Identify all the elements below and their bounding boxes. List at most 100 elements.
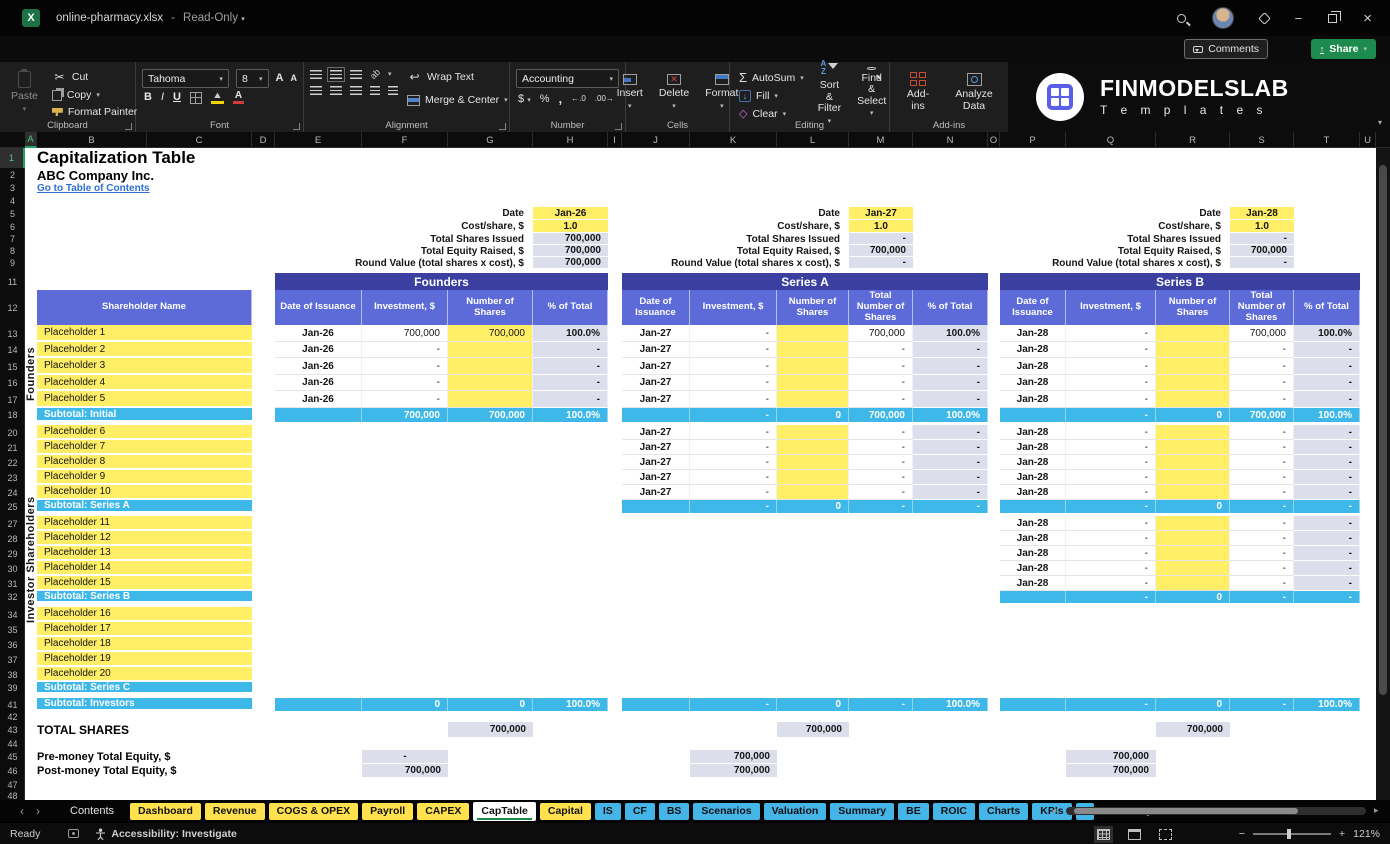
row-header-45[interactable]: 45 <box>0 750 25 764</box>
cell[interactable]: - <box>1230 485 1294 500</box>
delete-cells-button[interactable]: ✕ Delete▾ <box>654 67 694 118</box>
subtotal-cell[interactable]: - <box>1066 698 1156 711</box>
subtotal-cell[interactable]: - <box>1294 500 1360 513</box>
zoom-in-button[interactable]: + <box>1339 828 1345 840</box>
cell[interactable]: - <box>533 358 608 375</box>
cell[interactable] <box>1156 546 1230 561</box>
subtotal-cell[interactable] <box>622 698 690 711</box>
sheet-nav-left[interactable]: ‹ <box>14 804 30 818</box>
minimize-button[interactable]: − <box>1295 11 1303 26</box>
cell[interactable]: Jan-28 <box>1000 358 1066 375</box>
cell[interactable]: Jan-28 <box>1000 485 1066 500</box>
shareholder-name-cell[interactable]: Placeholder 13 <box>37 546 252 561</box>
sheet-tab-cogs-opex[interactable]: COGS & OPEX <box>269 803 359 820</box>
row-header-20[interactable]: 20 <box>0 425 25 440</box>
cell[interactable]: - <box>1066 325 1156 342</box>
cell[interactable] <box>777 375 849 391</box>
series-b-info-value[interactable]: Jan-28 <box>1230 207 1294 220</box>
row-header-15[interactable]: 15 <box>0 358 25 375</box>
cell[interactable]: - <box>913 455 988 470</box>
cell[interactable] <box>777 485 849 500</box>
subtotal-cell[interactable]: 100.0% <box>913 408 988 422</box>
cell[interactable] <box>1156 516 1230 531</box>
font-dialog-launcher[interactable] <box>293 123 300 130</box>
cell[interactable]: - <box>1294 391 1360 408</box>
search-icon[interactable] <box>1177 14 1186 23</box>
borders-icon[interactable] <box>190 92 202 104</box>
subtotal-cell[interactable]: 0 <box>1156 500 1230 513</box>
column-header-U[interactable]: U <box>1360 132 1376 148</box>
subtotal-cell[interactable] <box>275 698 362 711</box>
cell[interactable] <box>448 358 533 375</box>
post-money-label[interactable]: Post-money Total Equity, $ <box>37 764 277 778</box>
subtotal-cell[interactable]: 700,000 <box>1230 408 1294 422</box>
cell[interactable]: - <box>849 358 913 375</box>
cell[interactable]: - <box>1230 455 1294 470</box>
cell[interactable]: - <box>849 440 913 455</box>
cell[interactable]: Jan-26 <box>275 358 362 375</box>
shareholder-name-cell[interactable]: Placeholder 3 <box>37 358 252 375</box>
cell[interactable]: - <box>1230 342 1294 358</box>
cell[interactable]: - <box>690 358 777 375</box>
subtotal-cell[interactable]: 0 <box>362 698 448 711</box>
cell[interactable]: - <box>690 485 777 500</box>
founders-section-header[interactable]: Founders <box>275 273 608 290</box>
cell[interactable] <box>1156 531 1230 546</box>
cell[interactable]: - <box>1230 546 1294 561</box>
cell[interactable]: 700,000 <box>362 325 448 342</box>
row-header-12[interactable]: 12 <box>0 290 25 325</box>
row-header-41[interactable]: 41 <box>0 698 25 711</box>
post-money-value[interactable]: 700,000 <box>690 764 777 778</box>
row-header-9[interactable]: 9 <box>0 257 25 269</box>
read-only-badge[interactable]: Read-Only ▾ <box>183 12 245 24</box>
subtotal-cell[interactable]: 100.0% <box>533 698 608 711</box>
founders-info-value[interactable]: Jan-26 <box>533 207 608 220</box>
row-header-18[interactable]: 18 <box>0 408 25 422</box>
cell[interactable]: - <box>1230 440 1294 455</box>
shareholder-name-cell[interactable]: Placeholder 17 <box>37 622 252 637</box>
row-header-48[interactable]: 48 <box>0 791 25 800</box>
row-header-24[interactable]: 24 <box>0 485 25 500</box>
series-a-info-value[interactable]: - <box>849 257 913 269</box>
row-header-14[interactable]: 14 <box>0 342 25 358</box>
cell[interactable]: - <box>1294 375 1360 391</box>
sheet-tab-contents[interactable]: Contents <box>58 803 126 820</box>
series-a-info-label[interactable]: Date <box>620 207 845 220</box>
series-a-info-label[interactable]: Total Shares Issued <box>620 233 845 245</box>
insert-cells-button[interactable]: Insert▾ <box>612 67 648 118</box>
column-header-J[interactable]: J <box>622 132 690 148</box>
column-header-cell[interactable]: % of Total <box>533 290 608 325</box>
cell[interactable]: - <box>1230 375 1294 391</box>
subtotal-cell[interactable]: 100.0% <box>1294 408 1360 422</box>
clipboard-dialog-launcher[interactable] <box>125 123 132 130</box>
cell[interactable]: - <box>1066 440 1156 455</box>
row-header-28[interactable]: 28 <box>0 531 25 546</box>
subtotal-cell[interactable] <box>1000 698 1066 711</box>
cell[interactable] <box>448 375 533 391</box>
series-a-info-label[interactable]: Cost/share, $ <box>620 220 845 233</box>
sheet-tab-cf[interactable]: CF <box>625 803 655 820</box>
comma-style-button[interactable]: , <box>558 91 562 106</box>
shareholder-name-cell[interactable]: Placeholder 20 <box>37 667 252 682</box>
number-format-select[interactable]: Accounting▾ <box>516 69 619 88</box>
zoom-slider[interactable] <box>1253 833 1331 835</box>
cell[interactable]: - <box>1294 358 1360 375</box>
cell[interactable]: - <box>533 375 608 391</box>
macro-record-icon[interactable] <box>68 829 79 838</box>
investors-subtotal-label[interactable]: Subtotal: Investors <box>37 698 252 711</box>
cell[interactable]: - <box>1066 561 1156 576</box>
hscroll-right-arrow[interactable]: ▸ <box>1374 805 1379 816</box>
subtotal-cell[interactable]: - <box>1230 591 1294 603</box>
cell[interactable]: - <box>849 470 913 485</box>
cell[interactable]: - <box>690 425 777 440</box>
founders-info-label[interactable]: Total Equity Raised, $ <box>280 245 529 257</box>
cell[interactable]: - <box>1066 546 1156 561</box>
cell[interactable]: Jan-28 <box>1000 531 1066 546</box>
row-header-30[interactable]: 30 <box>0 561 25 576</box>
series-a-section-header[interactable]: Series A <box>622 273 988 290</box>
subtotal-cell[interactable]: - <box>913 500 988 513</box>
subtotal-cell[interactable]: - <box>690 698 777 711</box>
column-header-H[interactable]: H <box>533 132 608 148</box>
row-header-17[interactable]: 17 <box>0 391 25 408</box>
underline-button[interactable]: U <box>173 92 181 103</box>
